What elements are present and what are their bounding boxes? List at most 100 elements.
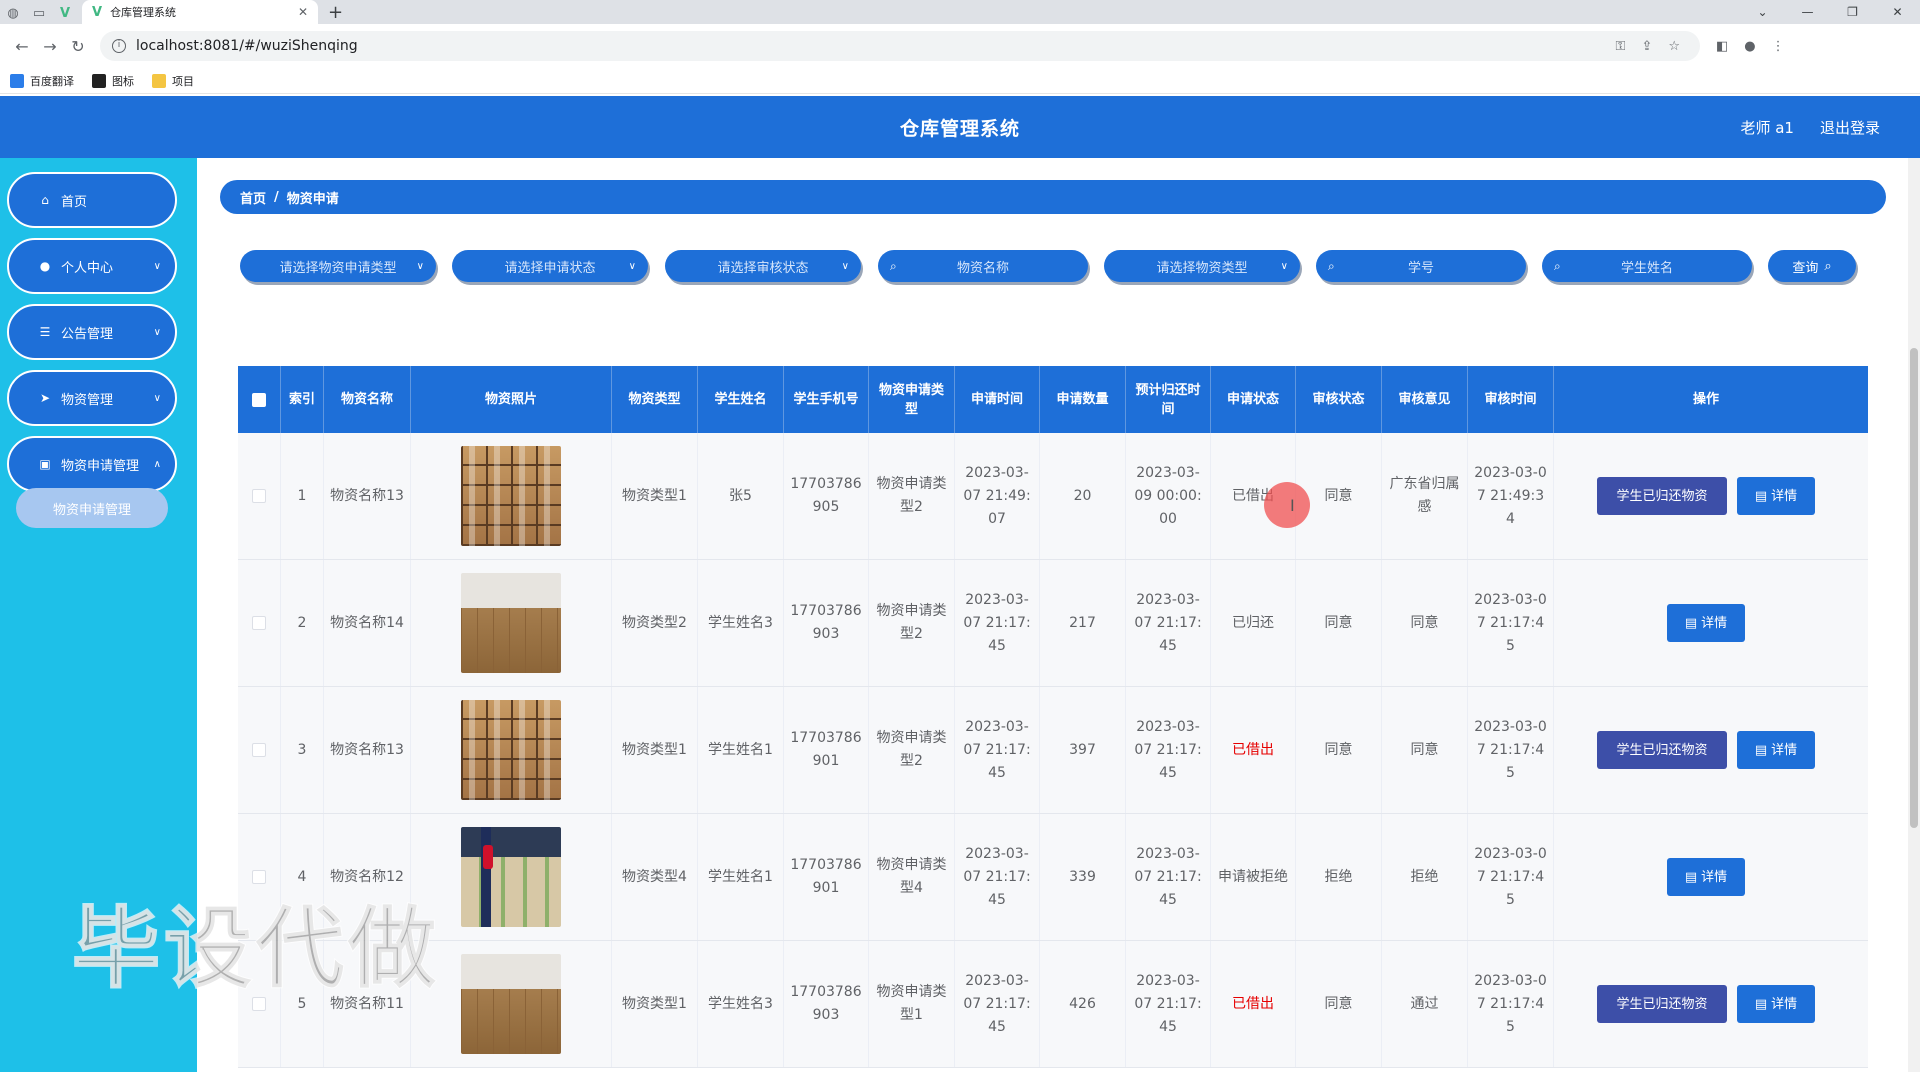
detail-button[interactable]: ▤ 详情 [1667,858,1745,896]
cell-qty: 339 [1040,814,1126,940]
detail-button[interactable]: ▤ 详情 [1737,985,1815,1023]
blank-tab-icon[interactable]: ▭ [26,2,52,24]
column-header: 预计归还时间 [1126,366,1211,433]
table-row[interactable]: 3 物资名称13 物资类型1 学生姓名1 17703786901 物资申请类型2… [238,687,1868,814]
goods-photo[interactable] [461,954,561,1054]
row-checkbox[interactable] [252,616,266,630]
student-name-input[interactable]: ⌕ 学生姓名 [1542,250,1752,282]
forward-icon[interactable]: → [36,37,64,56]
vue-tab-icon[interactable]: V [52,2,78,24]
cell-review-time: 2023-03-07 21:17:45 [1468,941,1554,1067]
bookmark-label: 百度翻译 [30,74,74,88]
info-icon[interactable]: i [112,39,126,53]
key-icon[interactable]: ⚿ [1616,39,1626,54]
cell-status: 已归还 [1211,560,1296,686]
chevron-up-icon: ∧ [153,458,161,470]
url-input[interactable]: i localhost:8081/#/wuziShenqing ⚿ ⇪ ☆ [100,31,1700,61]
student-returned-button[interactable]: 学生已归还物资 [1597,731,1727,769]
star-icon[interactable]: ☆ [1668,39,1680,54]
cell-actions: 学生已归还物资 ▤ 详情 [1554,433,1858,559]
goods-photo[interactable] [461,446,561,546]
bookmark-project[interactable]: 项目 [152,73,194,89]
app-header: 仓库管理系统 老师 a1 退出登录 [0,96,1920,158]
search-icon: ⌕ [890,258,897,273]
submenu-goods-application-manage[interactable]: 物资申请管理 [16,488,168,528]
table-row[interactable]: 2 物资名称14 物资类型2 学生姓名3 17703786903 物资申请类型2… [238,560,1868,687]
doc-icon: ▣ [39,457,51,471]
bookmark-icons[interactable]: 图标 [92,73,134,89]
close-tab-icon[interactable]: ✕ [298,5,308,19]
new-tab-button[interactable]: + [328,0,343,24]
bookmarks-bar: 百度翻译 图标 项目 [0,68,1920,94]
cell-return-time: 2023-03-07 21:17:45 [1126,560,1211,686]
current-user: 老师 a1 [1740,118,1794,137]
scrollbar-thumb[interactable] [1910,348,1918,828]
cell-index: 1 [281,433,324,559]
detail-button[interactable]: ▤ 详情 [1667,604,1745,642]
image-icon [92,73,106,88]
sidebar-item-notice[interactable]: ☰ 公告管理 ∨ [7,304,177,360]
globe-icon[interactable]: ◍ [0,2,26,24]
goods-name-input[interactable]: ⌕ 物资名称 [878,250,1088,282]
sidebar-item-personal-center[interactable]: ● 个人中心 ∨ [7,238,177,294]
sidebar-item-goods-application[interactable]: ▣ 物资申请管理 ∧ [7,436,177,492]
cell-review: 同意 [1296,560,1382,686]
toolbar-icons: ◧ ● ⋮ [1716,39,1793,54]
cell-return-time: 2023-03-07 21:17:45 [1126,814,1211,940]
cell-status: 申请被拒绝 [1211,814,1296,940]
apply-type-select[interactable]: 请选择物资申请类型 ∨ [240,250,436,282]
cell-return-time: 2023-03-09 00:00:00 [1126,433,1211,559]
restore-button[interactable]: ❐ [1830,5,1875,19]
sidepanel-icon[interactable]: ◧ [1716,39,1728,54]
url-text: localhost:8081/#/wuziShenqing [136,38,358,54]
row-checkbox[interactable] [252,489,266,503]
breadcrumb-home[interactable]: 首页 [240,188,266,207]
cell-opinion: 拒绝 [1382,814,1468,940]
logout-link[interactable]: 退出登录 [1820,117,1880,138]
student-returned-button[interactable]: 学生已归还物资 [1597,477,1727,515]
bookmark-baidu-translate[interactable]: 百度翻译 [10,73,74,89]
goods-photo[interactable] [461,700,561,800]
share-icon[interactable]: ⇪ [1641,39,1652,54]
table-row[interactable]: 1 物资名称13 物资类型1 张5 17703786905 物资申请类型2 20… [238,433,1868,560]
more-menu-icon[interactable]: ⋮ [1772,39,1785,54]
bookmark-label: 项目 [172,74,194,88]
detail-button[interactable]: ▤ 详情 [1737,731,1815,769]
review-status-select[interactable]: 请选择审核状态 ∨ [665,250,861,282]
browser-tab-active[interactable]: V 仓库管理系统 ✕ [82,0,318,24]
goods-type-select[interactable]: 请选择物资类型 ∨ [1104,250,1300,282]
student-no-input[interactable]: ⌕ 学号 [1316,250,1526,282]
user-icon: ● [39,259,51,273]
cell-photo [411,941,612,1067]
cell-return-time: 2023-03-07 21:17:45 [1126,687,1211,813]
sidebar-item-home[interactable]: ⌂ 首页 [7,172,177,228]
goods-photo[interactable] [461,827,561,927]
row-checkbox[interactable] [252,743,266,757]
student-returned-button[interactable]: 学生已归还物资 [1597,985,1727,1023]
profile-icon[interactable]: ● [1744,39,1755,54]
apply-status-select[interactable]: 请选择申请状态 ∨ [452,250,648,282]
reload-icon[interactable]: ↻ [64,37,92,56]
row-select-cell [238,560,281,686]
chevron-down-icon: ∨ [1280,260,1288,272]
page-scrollbar[interactable] [1908,158,1920,1072]
minimize-button[interactable]: — [1785,5,1830,19]
back-icon[interactable]: ← [8,37,36,56]
close-window-button[interactable]: ✕ [1875,5,1920,19]
sidebar-item-goods[interactable]: ➤ 物资管理 ∨ [7,370,177,426]
goods-photo[interactable] [461,573,561,673]
query-button[interactable]: 查询 ⌕ [1768,250,1856,282]
chevron-down-icon[interactable]: ⌄ [1740,5,1785,19]
table-row[interactable]: 5 物资名称11 物资类型1 学生姓名3 17703786903 物资申请类型1… [238,941,1868,1068]
detail-button[interactable]: ▤ 详情 [1737,477,1815,515]
search-icon: ⌕ [1328,258,1335,273]
breadcrumb: 首页 / 物资申请 [220,180,1886,214]
sidebar-item-label: 个人中心 [61,260,114,276]
header-user-area: 老师 a1 退出登录 [1740,96,1880,158]
row-select-cell [238,687,281,813]
cell-apply-time: 2023-03-07 21:17:45 [955,941,1040,1067]
cell-phone: 17703786901 [784,687,869,813]
column-header: 审核意见 [1382,366,1468,433]
select-all-checkbox[interactable] [252,392,266,407]
table-row[interactable]: 4 物资名称12 物资类型4 学生姓名1 17703786901 物资申请类型4… [238,814,1868,941]
